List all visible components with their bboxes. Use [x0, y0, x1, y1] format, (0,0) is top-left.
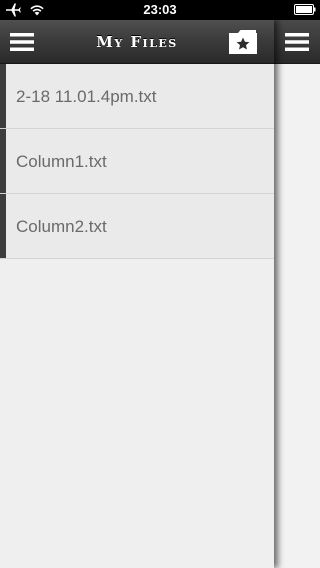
screen: 23:03 My Files 2-18 11.01.4pm.txt Column… [0, 0, 320, 568]
favorites-button[interactable] [228, 29, 258, 55]
row-marker [0, 194, 6, 258]
file-name: Column2.txt [16, 217, 107, 236]
file-list: 2-18 11.01.4pm.txt Column1.txt Column2.t… [0, 64, 274, 259]
battery-icon [294, 4, 316, 15]
page-title: My Files [96, 33, 178, 51]
file-name: 2-18 11.01.4pm.txt [16, 87, 157, 106]
menu-icon[interactable] [285, 33, 309, 51]
navbar: My Files [0, 20, 274, 64]
menu-icon [10, 33, 34, 51]
file-name: Column1.txt [16, 152, 107, 171]
list-item[interactable]: Column2.txt [0, 194, 274, 259]
list-item[interactable]: Column1.txt [0, 129, 274, 194]
status-time: 23:03 [143, 2, 177, 17]
row-marker [0, 64, 6, 128]
list-item[interactable]: 2-18 11.01.4pm.txt [0, 64, 274, 129]
row-marker [0, 129, 6, 193]
menu-button[interactable] [8, 30, 38, 54]
status-bar: 23:03 [0, 0, 320, 20]
files-panel: My Files 2-18 11.01.4pm.txt Column1.txt … [0, 20, 274, 568]
background-navbar [274, 20, 320, 64]
background-panel [274, 20, 320, 568]
star-folder-icon [229, 30, 257, 54]
